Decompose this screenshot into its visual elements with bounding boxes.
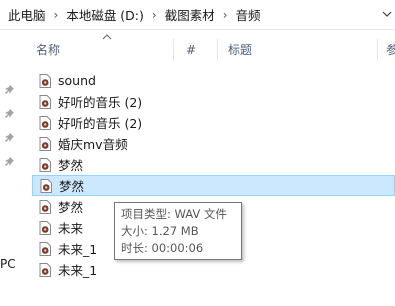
file-name: 梦然 [58,158,84,173]
file-row[interactable]: 梦然 [32,154,395,175]
file-name: 未来_1 [58,242,98,257]
file-row[interactable]: sound [32,70,395,91]
pin-icon[interactable] [4,108,16,120]
pin-icon[interactable] [4,156,16,168]
pin-icon[interactable] [4,84,16,96]
wav-file-icon [40,178,52,193]
column-divider[interactable] [217,39,218,61]
breadcrumb-item-screenshots[interactable]: 截图素材 [161,0,219,30]
file-name: sound [58,73,96,88]
file-name: 好听的音乐 (2) [58,95,143,110]
breadcrumb-label: 本地磁盘 (D:) [66,8,144,23]
file-name: 梦然 [59,179,85,194]
file-row[interactable]: 好听的音乐 (2) [32,91,395,112]
address-dropdown-icon[interactable] [380,9,394,23]
breadcrumb-item-local-disk[interactable]: 本地磁盘 (D:) [62,0,148,30]
wav-file-icon [39,199,51,214]
wav-file-icon [39,241,51,256]
tooltip-size: 大小: 1.27 MB [121,224,199,238]
column-extra[interactable]: 参 [386,31,395,61]
tooltip-duration: 时长: 00:00:06 [121,241,204,255]
pin-icon[interactable] [4,132,16,144]
column-header: 名称 # 标题 参 [22,31,395,61]
file-name: 未来_1 [58,263,98,278]
breadcrumb-separator-icon[interactable]: › [148,8,161,22]
file-info-tooltip: 项目类型: WAV 文件 大小: 1.27 MB 时长: 00:00:06 [114,202,242,260]
file-row[interactable]: 好听的音乐 (2) [32,112,395,133]
nav-item-pc[interactable]: PC [0,257,16,271]
wav-file-icon [39,73,51,88]
breadcrumb-separator-icon[interactable]: › [50,8,63,22]
column-divider[interactable] [173,39,174,61]
sort-ascending-icon [102,33,112,44]
wav-file-icon [39,94,51,109]
wav-file-icon [39,157,51,172]
file-name: 婚庆mv音频 [58,137,128,152]
column-name[interactable]: 名称 [36,31,60,61]
breadcrumb-item-this-pc[interactable]: 此电脑 [4,0,50,30]
wav-file-icon [39,115,51,130]
file-row[interactable]: 梦然 [32,175,395,196]
navigation-pane: PC [0,31,22,306]
file-name: 未来 [58,221,84,236]
column-divider[interactable] [377,39,378,61]
breadcrumb-label: 截图素材 [164,8,215,23]
file-name: 梦然 [58,200,84,215]
breadcrumb-label: 此电脑 [8,8,46,23]
wav-file-icon [39,262,51,277]
column-number[interactable]: # [186,31,196,61]
file-row[interactable]: 婚庆mv音频 [32,133,395,154]
wav-file-icon [39,220,51,235]
breadcrumb-separator-icon[interactable]: › [219,8,232,22]
wav-file-icon [39,136,51,151]
column-title[interactable]: 标题 [228,31,252,61]
breadcrumb-label: 音频 [235,8,261,23]
breadcrumb-item-audio[interactable]: 音频 [232,0,265,30]
file-row[interactable]: 未来_1 [32,259,395,280]
address-breadcrumb: 此电脑 › 本地磁盘 (D:) › 截图素材 › 音频 [0,0,395,30]
tooltip-type: 项目类型: WAV 文件 [121,207,227,221]
file-name: 好听的音乐 (2) [58,116,143,131]
